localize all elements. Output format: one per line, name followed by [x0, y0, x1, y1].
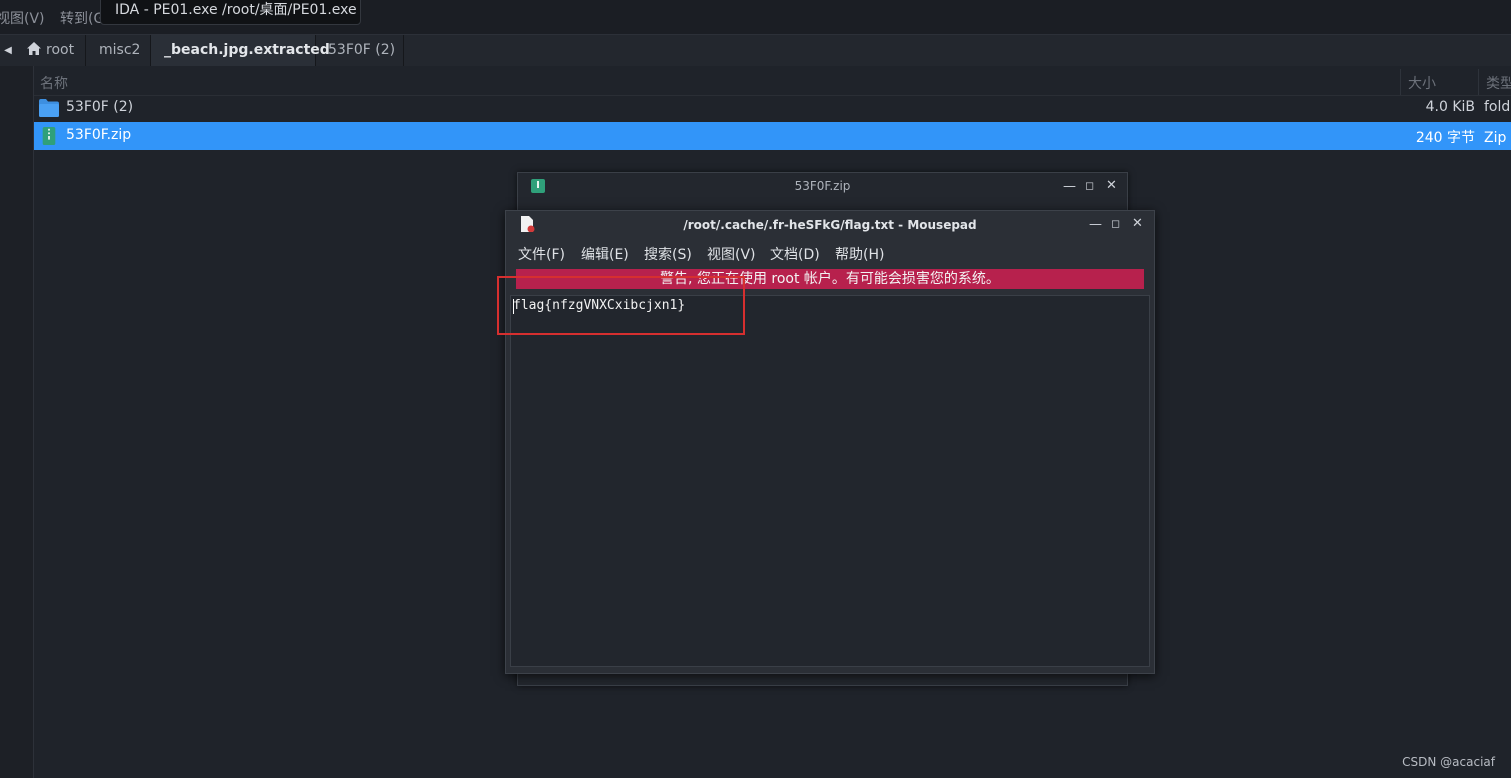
minimize-icon[interactable]: —	[1063, 180, 1076, 194]
breadcrumb-root[interactable]: root	[16, 35, 86, 66]
sidebar	[0, 66, 34, 778]
menu-search[interactable]: 搜索(S)	[644, 244, 692, 264]
column-separator[interactable]	[1400, 69, 1401, 95]
file-row-folder[interactable]: 53F0F (2) 4.0 KiB folder	[34, 94, 1511, 122]
highlight-annotation-box	[497, 276, 745, 335]
file-type: folder	[1484, 99, 1511, 115]
menu-document[interactable]: 文档(D)	[770, 244, 820, 264]
path-bar: ◀ root misc2 _beach.jpg.extracted 53F0F …	[0, 34, 1511, 67]
archive-window-title: 53F0F.zip	[794, 179, 851, 193]
breadcrumb-label: root	[46, 42, 75, 58]
close-icon[interactable]: ✕	[1132, 217, 1143, 231]
text-editor-area[interactable]: flag{nfzgVNXCxibcjxn1}	[510, 295, 1150, 667]
menu-help[interactable]: 帮助(H)	[835, 244, 884, 264]
breadcrumb-label: _beach.jpg.extracted	[164, 42, 330, 58]
mousepad-title: /root/.cache/.fr-heSFkG/flag.txt - Mouse…	[683, 218, 977, 232]
taskbar-tooltip: IDA - PE01.exe /root/桌面/PE01.exe	[100, 0, 361, 25]
file-size: 4.0 KiB	[1425, 99, 1475, 115]
breadcrumb-label: misc2	[99, 42, 141, 58]
file-name: 53F0F.zip	[66, 127, 132, 143]
file-size: 240 字节	[1415, 130, 1475, 146]
menu-view[interactable]: 视图(V)	[707, 244, 756, 264]
column-size[interactable]: 大小	[1408, 73, 1436, 93]
close-icon[interactable]: ✕	[1106, 179, 1117, 193]
breadcrumb-misc2[interactable]: misc2	[86, 35, 151, 66]
file-type: Zip 归档	[1484, 130, 1511, 146]
home-icon	[27, 42, 41, 55]
breadcrumb-53f0f[interactable]: 53F0F (2)	[316, 35, 404, 66]
maximize-icon[interactable]: ◻	[1111, 217, 1120, 231]
menu-view[interactable]: 视图(V)	[0, 8, 45, 28]
column-name[interactable]: 名称	[40, 73, 68, 93]
mousepad-menubar: 文件(F) 编辑(E) 搜索(S) 视图(V) 文档(D) 帮助(H)	[506, 241, 1154, 267]
breadcrumb-label: 53F0F (2)	[328, 42, 396, 58]
menu-file[interactable]: 文件(F)	[518, 244, 565, 264]
menu-edit[interactable]: 编辑(E)	[581, 244, 629, 264]
path-scroll-left-icon[interactable]: ◀	[0, 35, 16, 66]
file-row-zip[interactable]: 53F0F.zip 240 字节 Zip 归档	[34, 122, 1511, 150]
minimize-icon[interactable]: —	[1089, 218, 1102, 232]
file-manager-menubar: 视图(V) 转到(G) 帮助(H) IDA - PE01.exe /root/桌…	[0, 0, 1511, 34]
column-type[interactable]: 类型	[1486, 73, 1511, 93]
zip-archive-icon	[42, 127, 56, 145]
folder-icon	[39, 99, 59, 117]
breadcrumb-extracted[interactable]: _beach.jpg.extracted	[151, 35, 330, 66]
maximize-icon[interactable]: ◻	[1085, 179, 1094, 193]
file-name: 53F0F (2)	[66, 99, 134, 115]
column-header: 名称 大小 类型	[34, 69, 1511, 96]
column-separator[interactable]	[1478, 69, 1479, 95]
watermark: CSDN @acaciaf	[1402, 755, 1495, 769]
